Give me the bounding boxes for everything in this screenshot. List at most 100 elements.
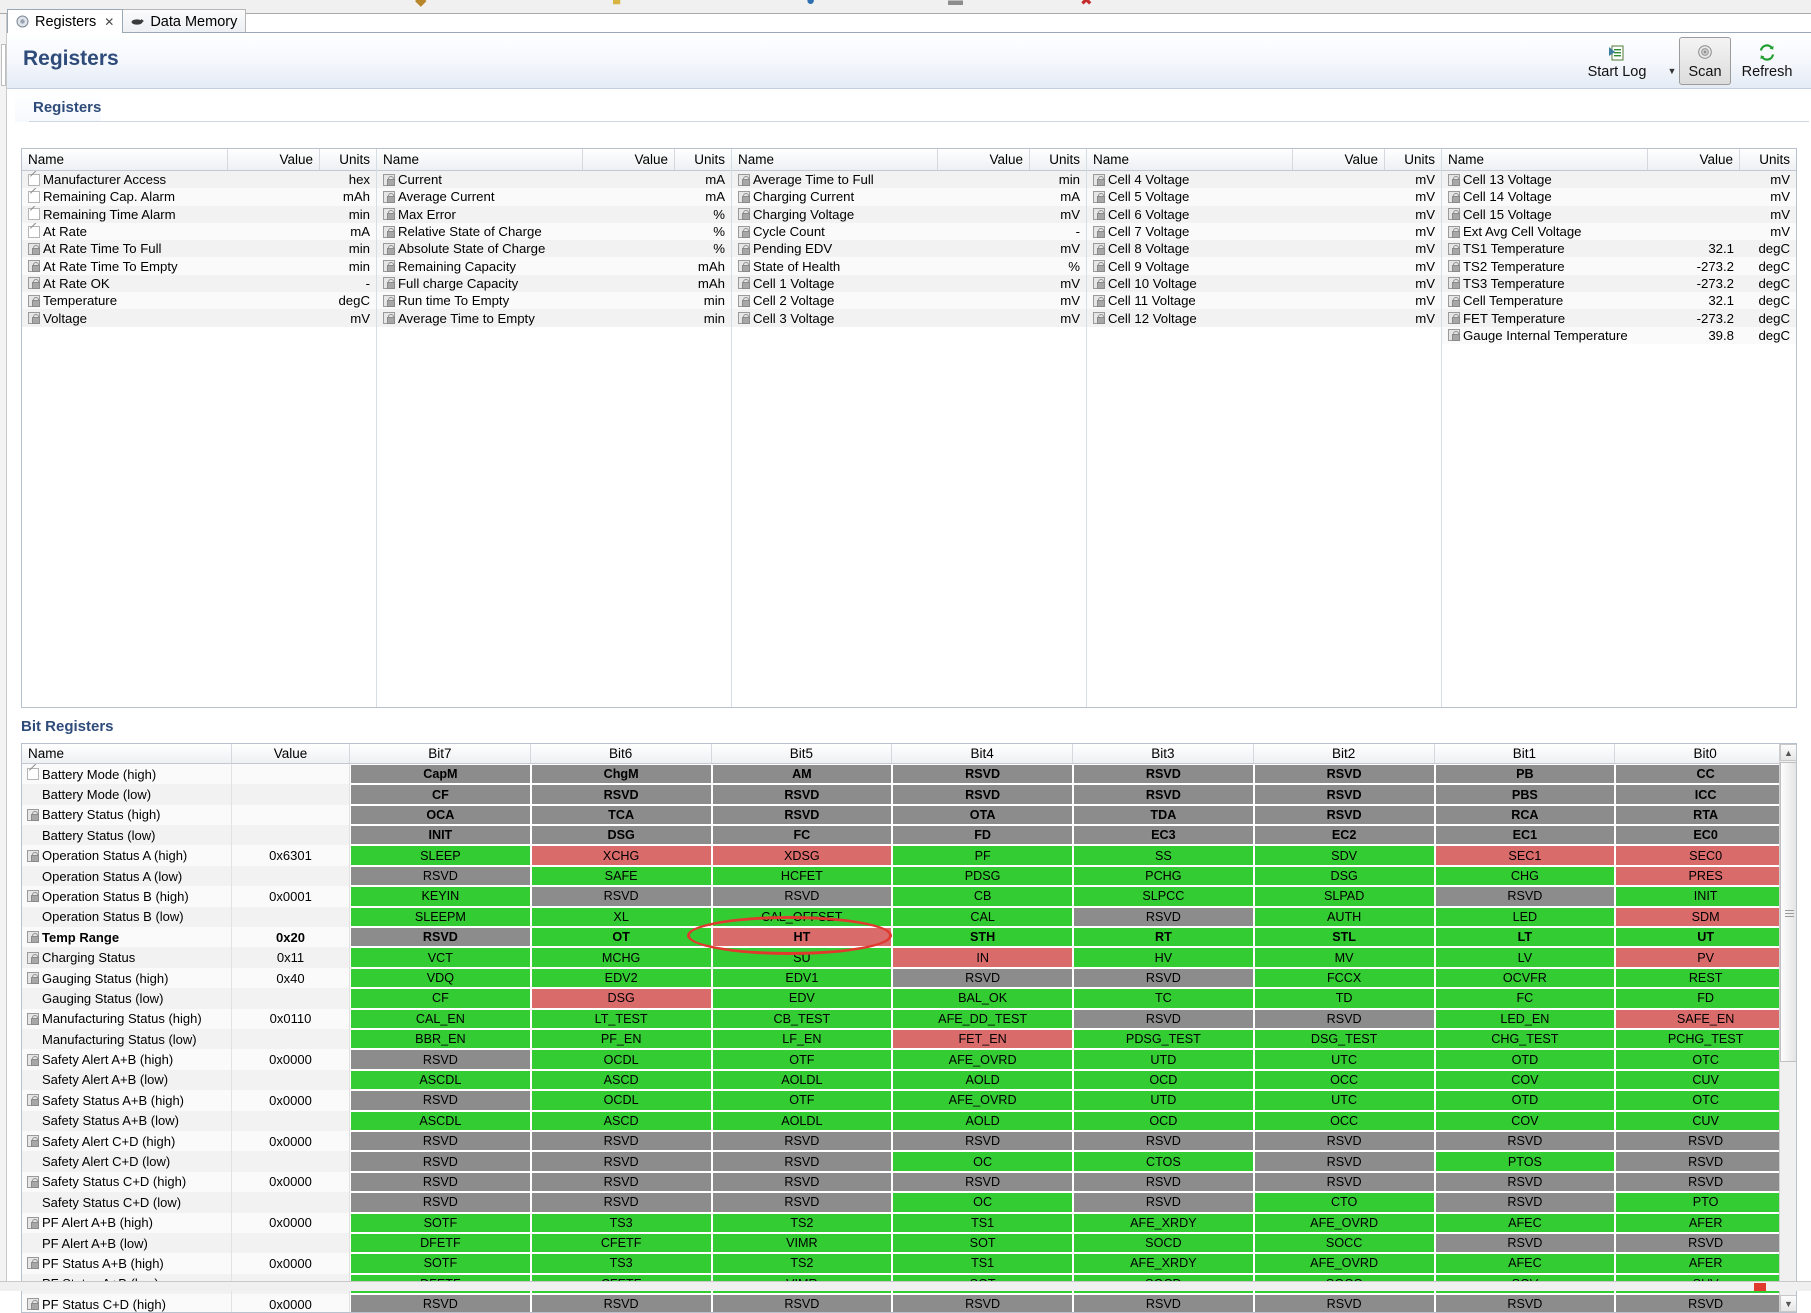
register-row[interactable]: Remaining CapacitymAh bbox=[377, 257, 731, 274]
package-icon[interactable]: ◆ bbox=[415, 0, 427, 8]
bit-cell-bit0[interactable]: PCHG_TEST bbox=[1615, 1029, 1796, 1049]
bit-cell-bit4[interactable]: TS1 bbox=[892, 1253, 1073, 1273]
register-row[interactable]: Remaining Time Alarmmin bbox=[22, 206, 376, 223]
register-value-cell[interactable] bbox=[1293, 206, 1385, 223]
register-value-cell[interactable]: -273.2 bbox=[1648, 275, 1740, 292]
bit-cell-bit7[interactable]: RSVD bbox=[350, 1090, 531, 1110]
register-row[interactable]: Cell 2 VoltagemV bbox=[732, 292, 1086, 309]
bit-cell-bit5[interactable]: RSVD bbox=[712, 784, 893, 804]
register-value-cell[interactable] bbox=[1293, 292, 1385, 309]
bit-col-header-bit0[interactable]: Bit0 bbox=[1615, 744, 1796, 763]
bit-cell-bit1[interactable]: PTOS bbox=[1435, 1151, 1616, 1171]
bit-cell-bit6[interactable]: RSVD bbox=[531, 1192, 712, 1212]
bit-cell-bit4[interactable]: TS1 bbox=[892, 1213, 1073, 1233]
bit-cell-bit1[interactable]: AFEC bbox=[1435, 1213, 1616, 1233]
bit-cell-bit0[interactable]: PRES bbox=[1615, 866, 1796, 886]
bit-cell-bit0[interactable]: RSVD bbox=[1615, 1233, 1796, 1253]
bit-register-row[interactable]: Temp Range0x20RSVDOTHTSTHRTSTLLTUT bbox=[22, 927, 1796, 947]
bit-cell-bit6[interactable]: TS3 bbox=[531, 1253, 712, 1273]
bit-cell-bit2[interactable]: RSVD bbox=[1254, 784, 1435, 804]
col-header-name[interactable]: Name bbox=[1442, 149, 1648, 170]
register-value-cell[interactable] bbox=[583, 223, 675, 240]
register-row[interactable]: Ext Avg Cell VoltagemV bbox=[1442, 223, 1796, 240]
bit-cell-bit3[interactable]: RT bbox=[1073, 927, 1254, 947]
register-value-cell[interactable] bbox=[938, 257, 1030, 274]
maximize-button[interactable]: □ bbox=[1794, 12, 1805, 15]
bit-cell-bit7[interactable]: KEYIN bbox=[350, 886, 531, 906]
bit-register-value-cell[interactable] bbox=[232, 1029, 350, 1049]
register-value-cell[interactable] bbox=[1293, 223, 1385, 240]
bit-cell-bit4[interactable]: AOLD bbox=[892, 1111, 1073, 1131]
col-header-units[interactable]: Units bbox=[1740, 149, 1796, 170]
bit-cell-bit3[interactable]: PCHG bbox=[1073, 866, 1254, 886]
col-header-value[interactable]: Value bbox=[228, 149, 320, 170]
bit-cell-bit4[interactable]: STH bbox=[892, 927, 1073, 947]
register-value-cell[interactable] bbox=[938, 206, 1030, 223]
register-value-cell[interactable] bbox=[228, 257, 320, 274]
bit-cell-bit4[interactable]: IN bbox=[892, 947, 1073, 967]
bit-cell-bit1[interactable]: RSVD bbox=[1435, 1131, 1616, 1151]
register-row[interactable]: Cell 3 VoltagemV bbox=[732, 309, 1086, 326]
bit-cell-bit5[interactable]: RSVD bbox=[712, 1131, 893, 1151]
register-value-cell[interactable] bbox=[1293, 257, 1385, 274]
bit-register-value-cell[interactable] bbox=[232, 1233, 350, 1253]
bit-cell-bit4[interactable]: OC bbox=[892, 1151, 1073, 1171]
bit-cell-bit1[interactable]: COV bbox=[1435, 1111, 1616, 1131]
register-value-cell[interactable] bbox=[1293, 275, 1385, 292]
register-value-cell[interactable] bbox=[228, 292, 320, 309]
bit-cell-bit4[interactable]: RSVD bbox=[892, 1294, 1073, 1312]
bit-cell-bit1[interactable]: OTD bbox=[1435, 1049, 1616, 1069]
bit-cell-bit6[interactable]: LT_TEST bbox=[531, 1009, 712, 1029]
bit-cell-bit2[interactable]: RSVD bbox=[1254, 1294, 1435, 1312]
bit-cell-bit7[interactable]: DFETF bbox=[350, 1233, 531, 1253]
bit-cell-bit6[interactable]: OCDL bbox=[531, 1049, 712, 1069]
bit-cell-bit7[interactable]: INIT bbox=[350, 825, 531, 845]
bit-cell-bit0[interactable]: INIT bbox=[1615, 886, 1796, 906]
bit-cell-bit2[interactable]: DSG bbox=[1254, 866, 1435, 886]
bit-cell-bit2[interactable]: RSVD bbox=[1254, 805, 1435, 825]
bit-cell-bit7[interactable]: ASCDL bbox=[350, 1070, 531, 1090]
register-row[interactable]: Cell 9 VoltagemV bbox=[1087, 257, 1441, 274]
bit-cell-bit7[interactable]: RSVD bbox=[350, 1151, 531, 1171]
bit-cell-bit5[interactable]: RSVD bbox=[712, 1172, 893, 1192]
bit-cell-bit6[interactable]: XL bbox=[531, 907, 712, 927]
bit-cell-bit1[interactable]: LT bbox=[1435, 927, 1616, 947]
register-value-cell[interactable] bbox=[938, 223, 1030, 240]
bit-cell-bit7[interactable]: RSVD bbox=[350, 1294, 531, 1312]
register-row[interactable]: TS1 Temperature32.1degC bbox=[1442, 240, 1796, 257]
bit-cell-bit3[interactable]: SS bbox=[1073, 845, 1254, 865]
bit-cell-bit2[interactable]: AUTH bbox=[1254, 907, 1435, 927]
bit-cell-bit3[interactable]: CTOS bbox=[1073, 1151, 1254, 1171]
bit-cell-bit1[interactable]: CHG_TEST bbox=[1435, 1029, 1616, 1049]
bit-cell-bit5[interactable]: RSVD bbox=[712, 1192, 893, 1212]
refresh-button[interactable]: Refresh bbox=[1731, 37, 1803, 85]
bit-cell-bit7[interactable]: SOTF bbox=[350, 1213, 531, 1233]
bit-cell-bit7[interactable]: BBR_EN bbox=[350, 1029, 531, 1049]
bit-register-row[interactable]: Battery Status (high)OCATCARSVDOTATDARSV… bbox=[22, 805, 1796, 825]
bit-cell-bit6[interactable]: RSVD bbox=[531, 886, 712, 906]
register-row[interactable]: At Rate Time To Fullmin bbox=[22, 240, 376, 257]
bit-register-row[interactable]: PF Status A+B (high)0x0000SOTFTS3TS2TS1A… bbox=[22, 1253, 1796, 1273]
bit-col-header-bit5[interactable]: Bit5 bbox=[712, 744, 893, 763]
register-value-cell[interactable] bbox=[1648, 188, 1740, 205]
bit-cell-bit3[interactable]: RSVD bbox=[1073, 1192, 1254, 1212]
bit-cell-bit1[interactable]: SEC1 bbox=[1435, 845, 1616, 865]
register-row[interactable]: Absolute State of Charge% bbox=[377, 240, 731, 257]
bit-cell-bit2[interactable]: UTC bbox=[1254, 1090, 1435, 1110]
register-row[interactable]: FET Temperature-273.2degC bbox=[1442, 309, 1796, 326]
bit-cell-bit0[interactable]: CUV bbox=[1615, 1070, 1796, 1090]
bit-cell-bit6[interactable]: RSVD bbox=[531, 1172, 712, 1192]
bit-cell-bit3[interactable]: EC3 bbox=[1073, 825, 1254, 845]
bit-cell-bit2[interactable]: DSG_TEST bbox=[1254, 1029, 1435, 1049]
bit-register-row[interactable]: Safety Alert C+D (low)RSVDRSVDRSVDOCCTOS… bbox=[22, 1151, 1796, 1171]
register-value-cell[interactable] bbox=[228, 223, 320, 240]
bit-cell-bit2[interactable]: AFE_OVRD bbox=[1254, 1253, 1435, 1273]
bit-cell-bit7[interactable]: CF bbox=[350, 784, 531, 804]
bit-register-row[interactable]: Battery Mode (low)CFRSVDRSVDRSVDRSVDRSVD… bbox=[22, 784, 1796, 804]
bit-cell-bit3[interactable]: RSVD bbox=[1073, 1172, 1254, 1192]
register-value-cell[interactable] bbox=[228, 309, 320, 326]
bit-cell-bit0[interactable]: RSVD bbox=[1615, 1131, 1796, 1151]
register-row[interactable]: Cell 8 VoltagemV bbox=[1087, 240, 1441, 257]
bit-cell-bit4[interactable]: CB bbox=[892, 886, 1073, 906]
bit-cell-bit1[interactable]: PBS bbox=[1435, 784, 1616, 804]
